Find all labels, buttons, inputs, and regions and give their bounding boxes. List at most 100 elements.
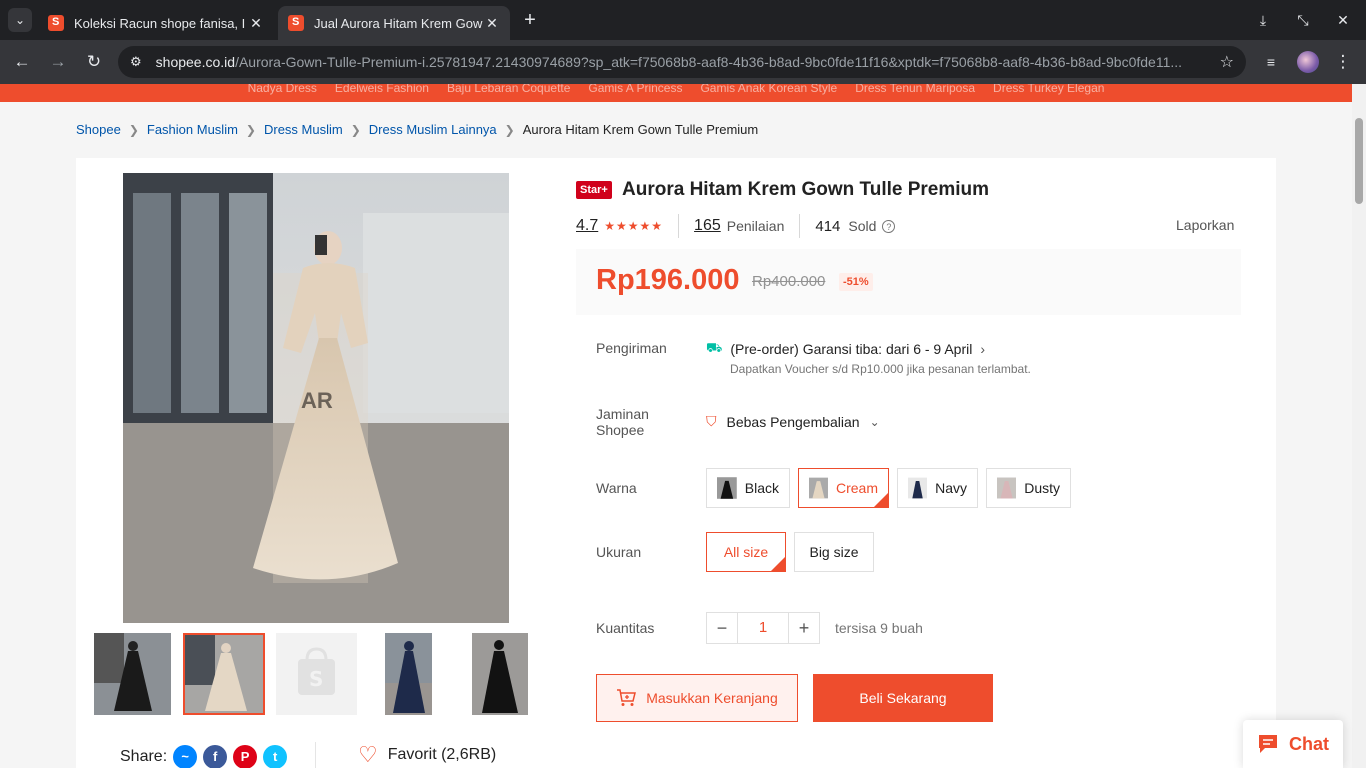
product-thumbnail[interactable] — [472, 633, 528, 715]
add-to-cart-button[interactable]: Masukkan Keranjang — [596, 674, 798, 722]
buy-now-button[interactable]: Beli Sekarang — [813, 674, 993, 722]
shopee-favicon-icon — [288, 15, 304, 31]
rating-value[interactable]: 4.7 — [576, 217, 598, 235]
back-arrow-icon[interactable]: ← — [10, 50, 34, 74]
header-keyword-strip: Nadya Dress Edelweis Fashion Baju Lebara… — [0, 84, 1352, 102]
close-window-icon[interactable]: ✕ — [1331, 8, 1355, 32]
tab-search-dropdown-icon[interactable]: ⌄ — [8, 8, 32, 32]
truck-icon: ⛟ — [706, 340, 723, 355]
profile-avatar[interactable] — [1297, 51, 1319, 73]
guarantee-value: Bebas Pengembalian — [726, 413, 860, 430]
forward-arrow-icon[interactable]: → — [46, 50, 70, 74]
guarantee-label: Jaminan Shopee — [596, 406, 649, 438]
breadcrumb-current: Aurora Hitam Krem Gown Tulle Premium — [522, 122, 759, 137]
browser-tab-bar: ⌄ Koleksi Racun shope fanisa, I ✕ Jual A… — [0, 0, 1366, 40]
scrollbar-thumb[interactable] — [1355, 118, 1363, 204]
chat-icon — [1259, 735, 1277, 753]
tune-icon[interactable]: ⚙ — [130, 54, 142, 70]
decrease-quantity-button[interactable]: − — [706, 612, 738, 644]
watermark-text: AR — [301, 388, 333, 413]
product-thumbnail-selected[interactable] — [183, 633, 265, 715]
color-option-cream[interactable]: Cream — [798, 468, 889, 508]
color-option-navy[interactable]: Navy — [897, 468, 978, 508]
messenger-icon[interactable]: ~ — [173, 745, 198, 768]
facebook-icon[interactable]: f — [203, 745, 228, 768]
keyword-link[interactable]: Gamis A Princess — [588, 84, 682, 102]
color-option-label: Navy — [935, 480, 967, 496]
collapse-icon[interactable]: ⤡ — [1291, 8, 1315, 32]
download-icon[interactable]: ⤓ — [1251, 8, 1275, 32]
chevron-right-icon: ❯ — [504, 122, 515, 137]
shopee-favicon-icon — [48, 15, 64, 31]
keyword-link[interactable]: Dress Tenun Mariposa — [855, 84, 975, 102]
increase-quantity-button[interactable]: + — [788, 612, 820, 644]
reviews-label: Penilaian — [726, 218, 785, 234]
kebab-menu-icon[interactable]: ⋮ — [1331, 50, 1355, 74]
discount-badge: -51% — [839, 273, 873, 291]
keyword-link[interactable]: Gamis Anak Korean Style — [700, 84, 837, 102]
report-link[interactable]: Laporkan — [1176, 217, 1234, 233]
divider — [799, 214, 801, 238]
size-option-big[interactable]: Big size — [794, 532, 874, 572]
color-option-black[interactable]: Black — [706, 468, 790, 508]
pinterest-icon[interactable]: P — [233, 745, 258, 768]
share-row: Share: ~ f P t — [120, 745, 288, 768]
url-path: /Aurora-Gown-Tulle-Premium-i.25781947.21… — [235, 54, 1183, 70]
chevron-right-icon: › — [980, 341, 986, 357]
keyword-link[interactable]: Dress Turkey Elegan — [993, 84, 1104, 102]
reload-icon[interactable]: ↻ — [82, 50, 106, 74]
url-host: shopee.co.id — [155, 54, 236, 70]
stock-remaining: tersisa 9 buah — [835, 620, 923, 636]
keyword-link[interactable]: Baju Lebaran Coquette — [447, 84, 570, 102]
guarantee-dropdown[interactable]: ⛉ Bebas Pengembalian ⌄ — [706, 413, 880, 430]
page-scrollbar[interactable] — [1352, 84, 1366, 768]
original-price: Rp400.000 — [752, 273, 826, 290]
shipping-info[interactable]: ⛟ (Pre-order) Garansi tiba: dari 6 - 9 A… — [706, 340, 985, 358]
close-tab-icon[interactable]: ✕ — [248, 15, 264, 32]
color-option-label: Black — [744, 480, 779, 496]
tab-title: Koleksi Racun shope fanisa, I — [74, 15, 246, 31]
divider — [315, 742, 316, 768]
size-label: Ukuran — [596, 544, 642, 560]
browser-tab[interactable]: Koleksi Racun shope fanisa, I ✕ — [38, 6, 274, 40]
close-tab-icon[interactable]: ✕ — [484, 15, 500, 32]
quantity-input[interactable]: 1 — [738, 612, 788, 644]
browser-tab-active[interactable]: Jual Aurora Hitam Krem Gow ✕ — [278, 6, 510, 40]
shipping-eta: (Pre-order) Garansi tiba: dari 6 - 9 Apr… — [730, 341, 973, 357]
address-bar[interactable]: ⚙ shopee.co.id /Aurora-Gown-Tulle-Premiu… — [118, 46, 1246, 78]
chevron-right-icon: ❯ — [128, 122, 139, 137]
breadcrumb-link[interactable]: Dress Muslim — [264, 122, 343, 137]
color-label: Warna — [596, 480, 637, 496]
shipping-label: Pengiriman — [596, 340, 667, 356]
product-thumbnail[interactable] — [385, 633, 432, 715]
rating-row: 4.7 ★★★★★ 165 Penilaian 414 Sold ? — [576, 214, 896, 238]
breadcrumb-link[interactable]: Fashion Muslim — [147, 122, 238, 137]
favorite-label: Favorit (2,6RB) — [387, 746, 497, 763]
sold-count: 414 — [815, 217, 841, 235]
twitter-icon[interactable]: t — [263, 745, 288, 768]
quantity-stepper: − 1 + — [706, 612, 820, 644]
quantity-label: Kuantitas — [596, 620, 655, 636]
favorite-button[interactable]: ♡ Favorit (2,6RB) — [358, 744, 497, 766]
chat-button[interactable]: Chat — [1243, 720, 1343, 768]
bookmark-star-icon[interactable]: ☆ — [1220, 52, 1234, 72]
size-option-all[interactable]: All size — [706, 532, 786, 572]
product-main-image[interactable]: AR — [123, 173, 509, 623]
help-icon[interactable]: ? — [882, 219, 896, 233]
color-option-dusty[interactable]: Dusty — [986, 468, 1071, 508]
buy-now-label: Beli Sekarang — [859, 690, 947, 706]
breadcrumb-link[interactable]: Dress Muslim Lainnya — [369, 122, 497, 137]
media-control-icon[interactable]: ≡ — [1259, 50, 1283, 74]
share-label: Share: — [120, 748, 168, 765]
star-plus-badge: Star+ — [576, 181, 612, 199]
chevron-down-icon: ⌄ — [869, 414, 880, 429]
keyword-link[interactable]: Edelweis Fashion — [335, 84, 429, 102]
new-tab-icon[interactable]: + — [518, 8, 542, 32]
keyword-link[interactable]: Nadya Dress — [248, 84, 317, 102]
placeholder-thumbnail[interactable]: S — [276, 633, 357, 715]
browser-toolbar: ← → ↻ ⚙ shopee.co.id /Aurora-Gown-Tulle-… — [0, 40, 1366, 84]
breadcrumb-link[interactable]: Shopee — [76, 122, 121, 137]
product-thumbnail[interactable] — [94, 633, 171, 715]
reviews-count[interactable]: 165 — [694, 217, 721, 235]
shield-icon: ⛉ — [706, 413, 717, 429]
